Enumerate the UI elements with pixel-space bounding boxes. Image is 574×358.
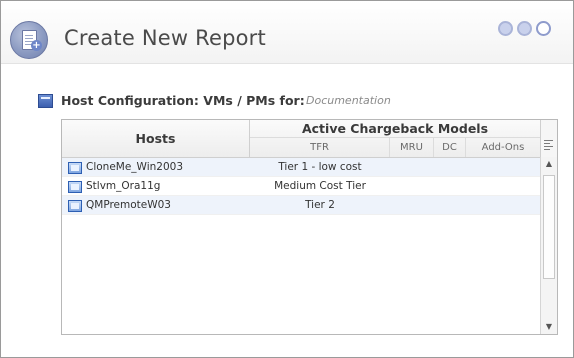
table-row[interactable]: Stlvm_Ora11g Medium Cost Tier (62, 177, 540, 196)
scroll-down-arrow-icon[interactable]: ▼ (541, 320, 557, 334)
vm-icon (68, 200, 82, 212)
host-config-icon (38, 94, 53, 108)
hosts-grid: Hosts Active Chargeback Models TFR MRU D… (61, 119, 558, 335)
section-title: Host Configuration: VMs / PMs for: (61, 93, 305, 108)
tfr-cell: Tier 2 (305, 199, 335, 211)
grid-header: Hosts Active Chargeback Models TFR MRU D… (62, 120, 557, 158)
models-group-header: Active Chargeback Models (250, 120, 540, 138)
page-title: Create New Report (64, 26, 266, 50)
step-indicator-2 (517, 21, 532, 36)
vm-icon (68, 162, 82, 174)
column-menu-icon (544, 140, 554, 150)
host-name: Stlvm_Ora11g (86, 180, 161, 192)
host-name: QMPremoteW03 (86, 199, 171, 211)
report-wizard-window: + Create New Report Host Configuration: … (0, 0, 574, 358)
column-menu-button[interactable] (540, 120, 557, 157)
report-add-icon: + (10, 21, 48, 59)
scroll-up-arrow-icon[interactable]: ▲ (541, 157, 557, 171)
column-header-dc[interactable]: DC (434, 138, 466, 157)
plus-icon: + (31, 40, 42, 51)
vm-icon (68, 181, 82, 193)
scrollbar-thumb[interactable] (543, 175, 555, 279)
tfr-cell: Tier 1 - low cost (278, 161, 362, 173)
step-indicator-1 (498, 21, 513, 36)
column-header-mru[interactable]: MRU (390, 138, 434, 157)
table-row[interactable]: QMPremoteW03 Tier 2 (62, 196, 540, 215)
step-indicator-3 (536, 21, 551, 36)
tfr-cell: Medium Cost Tier (274, 180, 366, 192)
table-row[interactable]: CloneMe_Win2003 Tier 1 - low cost (62, 158, 540, 177)
host-name: CloneMe_Win2003 (86, 161, 184, 173)
wizard-header: + Create New Report (1, 1, 573, 64)
column-header-add-ons[interactable]: Add-Ons (466, 138, 540, 157)
hosts-column-header[interactable]: Hosts (62, 120, 250, 157)
vertical-scrollbar[interactable]: ▲ ▼ (540, 157, 557, 334)
section-scope-value: Documentation (306, 94, 391, 107)
column-header-tfr[interactable]: TFR (250, 138, 390, 157)
grid-rows: CloneMe_Win2003 Tier 1 - low cost Stlvm_… (62, 158, 540, 215)
